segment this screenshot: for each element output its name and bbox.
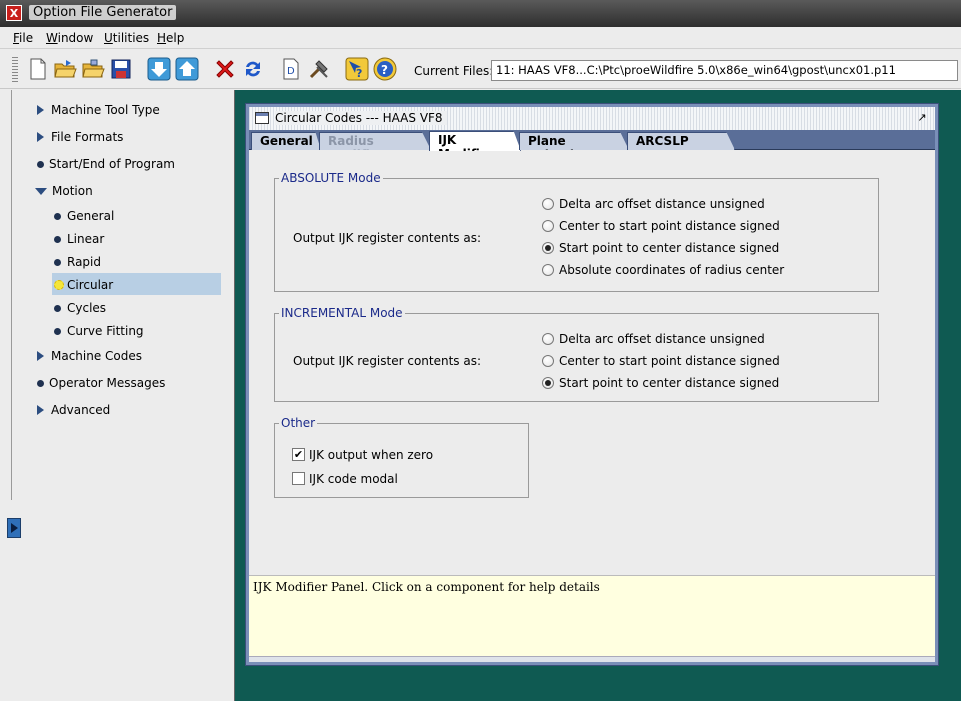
toolbar-grip[interactable]	[12, 57, 18, 83]
selected-sun-icon	[54, 280, 64, 290]
tree-divider	[11, 90, 12, 500]
radio-button-icon[interactable]	[542, 264, 554, 276]
open-recent-icon[interactable]	[81, 57, 105, 81]
open-folder-icon[interactable]	[53, 57, 77, 81]
expand-right-icon[interactable]	[37, 405, 44, 415]
bullet-icon	[54, 328, 61, 335]
incremental-mode-group: INCREMENTAL Mode Output IJK register con…	[274, 306, 879, 402]
current-files-field[interactable]: 11: HAAS VF8...C:\Ptc\proeWildfire 5.0\x…	[491, 60, 958, 81]
bullet-icon	[37, 161, 44, 168]
menu-utilities[interactable]: Utilities	[104, 31, 149, 45]
help-text: IJK Modifier Panel. Click on a component…	[253, 580, 600, 594]
tab-ijk-modifier[interactable]: IJK Modifier	[429, 131, 521, 151]
bullet-icon	[54, 305, 61, 312]
svg-text:D: D	[287, 66, 295, 77]
menu-window[interactable]: Window	[46, 31, 93, 45]
other-legend: Other	[279, 416, 318, 430]
collapse-sidebar-handle[interactable]	[7, 518, 21, 538]
checkbox-icon[interactable]	[292, 472, 305, 485]
radio-button-icon[interactable]	[542, 198, 554, 210]
toolbar: D ? ? Current Files: 11: HAAS VF8...C:\P…	[0, 49, 961, 89]
other-group: Other ✔ IJK output when zero IJK code mo…	[274, 416, 529, 498]
radio-button-icon[interactable]	[542, 355, 554, 367]
absolute-mode-legend: ABSOLUTE Mode	[279, 171, 383, 185]
internal-frame-titlebar[interactable]: Circular Codes --- HAAS VF8 ↗	[249, 107, 935, 130]
window-title: Option File Generator	[29, 5, 177, 20]
absolute-mode-group: ABSOLUTE Mode Output IJK register conten…	[274, 171, 879, 292]
tab-plane-selection[interactable]: Plane Selection	[519, 132, 629, 150]
menu-bar: File Window Utilities Help	[0, 27, 961, 49]
move-down-icon[interactable]	[147, 57, 171, 81]
tab-strip: General Radius Modifier IJK Modifier Pla…	[249, 130, 935, 151]
maximize-icon[interactable]: ↗	[915, 111, 929, 125]
expand-right-icon[interactable]	[37, 351, 44, 361]
bullet-icon	[54, 213, 61, 220]
new-file-icon[interactable]	[26, 57, 50, 81]
save-icon[interactable]	[109, 57, 133, 81]
context-help-icon[interactable]: ?	[345, 57, 369, 81]
radio-button-selected-icon[interactable]	[542, 377, 554, 389]
current-files-label: Current Files:	[414, 64, 494, 78]
title-bar: X Option File Generator	[0, 0, 961, 27]
incremental-row-label: Output IJK register contents as:	[293, 354, 482, 368]
absolute-row-label: Output IJK register contents as:	[293, 231, 482, 245]
checkbox-checked-icon[interactable]: ✔	[292, 448, 305, 461]
move-up-icon[interactable]	[175, 57, 199, 81]
app-logo-icon: X	[6, 5, 22, 21]
tools-icon[interactable]	[307, 57, 331, 81]
radio-button-icon[interactable]	[542, 220, 554, 232]
tab-arcslp-interp[interactable]: ARCSLP Interp.	[627, 132, 735, 150]
incremental-mode-legend: INCREMENTAL Mode	[279, 306, 405, 320]
delete-icon[interactable]	[213, 57, 237, 81]
expand-down-icon[interactable]	[35, 188, 47, 195]
expand-right-icon[interactable]	[37, 105, 44, 115]
bullet-icon	[54, 236, 61, 243]
menu-file[interactable]: File	[13, 31, 33, 45]
refresh-icon[interactable]	[241, 57, 265, 81]
circular-codes-window: Circular Codes --- HAAS VF8 ↗ General Ra…	[245, 103, 939, 666]
tab-general[interactable]: General	[251, 132, 321, 150]
help-panel: IJK Modifier Panel. Click on a component…	[249, 575, 935, 662]
navigation-tree: Machine Tool Type File Formats Start/End…	[0, 90, 234, 701]
expand-right-icon[interactable]	[37, 132, 44, 142]
menu-help[interactable]: Help	[157, 31, 184, 45]
bullet-icon	[54, 259, 61, 266]
split-divider[interactable]	[234, 90, 235, 701]
document-d-icon[interactable]: D	[279, 57, 303, 81]
radio-button-icon[interactable]	[542, 333, 554, 345]
help-icon[interactable]: ?	[373, 57, 397, 81]
bullet-icon	[37, 380, 44, 387]
radio-button-selected-icon[interactable]	[542, 242, 554, 254]
svg-text:?: ?	[356, 67, 362, 80]
window-icon	[255, 112, 269, 124]
tab-radius-modifier: Radius Modifier	[319, 132, 431, 150]
internal-frame-title: Circular Codes --- HAAS VF8	[275, 111, 447, 125]
svg-text:?: ?	[381, 63, 388, 77]
frame-body: General Radius Modifier IJK Modifier Pla…	[249, 130, 935, 662]
help-scrollbar[interactable]	[249, 656, 935, 662]
